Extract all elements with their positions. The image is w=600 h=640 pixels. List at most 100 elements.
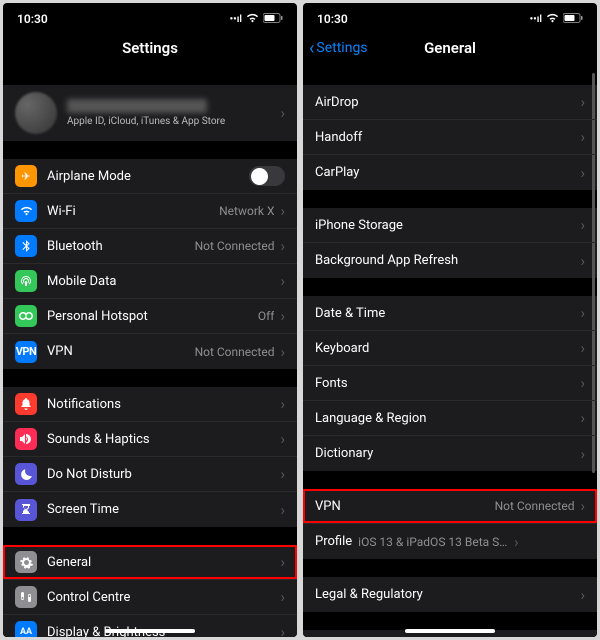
row-detail: Not Connected — [495, 499, 575, 513]
row-label: Notifications — [47, 397, 121, 412]
row-label: AirDrop — [315, 95, 359, 110]
chevron-right-icon: › — [280, 237, 285, 255]
cellular-icon: ••ıl — [230, 14, 242, 25]
chevron-right-icon: › — [580, 128, 585, 146]
display-row[interactable]: AA Display & Brightness › — [3, 615, 297, 637]
bluetooth-row[interactable]: Bluetooth Not Connected › — [3, 229, 297, 264]
display-icon: AA — [15, 621, 37, 637]
bluetooth-icon — [15, 235, 37, 257]
vpn-row[interactable]: VPN Not Connected › — [303, 489, 597, 524]
chevron-right-icon: › — [280, 430, 285, 448]
battery-icon — [563, 13, 583, 26]
row-label: Mobile Data — [47, 274, 116, 289]
dnd-row[interactable]: Do Not Disturb › — [3, 457, 297, 492]
vpn-row[interactable]: VPN VPN Not Connected › — [3, 334, 297, 369]
chevron-right-icon: › — [514, 533, 519, 551]
chevron-right-icon: › — [280, 202, 285, 220]
chevron-right-icon: › — [580, 586, 585, 604]
storage-row[interactable]: iPhone Storage › — [303, 208, 597, 243]
status-bar: 10:30 ••ıl — [3, 3, 297, 29]
background-refresh-row[interactable]: Background App Refresh › — [303, 243, 597, 278]
language-row[interactable]: Language & Region › — [303, 401, 597, 436]
home-indicator[interactable] — [105, 629, 195, 633]
row-detail: Not Connected — [195, 239, 275, 253]
chevron-right-icon: › — [280, 395, 285, 413]
row-label: Sounds & Haptics — [47, 432, 150, 447]
page-title: General — [424, 39, 476, 57]
home-indicator[interactable] — [405, 629, 495, 633]
chevron-right-icon: › — [280, 588, 285, 606]
row-label: Background App Refresh — [315, 253, 458, 268]
row-label: Legal & Regulatory — [315, 587, 423, 602]
control-centre-row[interactable]: Control Centre › — [3, 580, 297, 615]
status-time: 10:30 — [317, 12, 348, 26]
notifications-row[interactable]: Notifications › — [3, 387, 297, 422]
sounds-icon — [15, 428, 37, 450]
general-screen: 10:30 ••ıl ‹ Settings General AirDrop › … — [303, 3, 597, 637]
airdrop-row[interactable]: AirDrop › — [303, 85, 597, 120]
chevron-right-icon: › — [280, 272, 285, 290]
status-time: 10:30 — [17, 12, 48, 26]
row-label: Dictionary — [315, 446, 373, 461]
profile-row[interactable]: Profile iOS 13 & iPadOS 13 Beta Software… — [303, 524, 597, 559]
general-row[interactable]: General › — [3, 545, 297, 580]
nav-bar: ‹ Settings General — [303, 29, 597, 67]
settings-list[interactable]: Apple ID, iCloud, iTunes & App Store › ✈… — [3, 67, 297, 637]
avatar — [15, 92, 57, 134]
status-icons: ••ıl — [530, 13, 583, 26]
chevron-right-icon: › — [580, 164, 585, 182]
row-detail: Off — [258, 309, 275, 323]
carplay-row[interactable]: CarPlay › — [303, 155, 597, 190]
profile-name-blurred — [67, 99, 207, 113]
battery-icon — [263, 13, 283, 26]
chevron-right-icon: › — [580, 216, 585, 234]
chevron-right-icon: › — [280, 501, 285, 519]
keyboard-row[interactable]: Keyboard › — [303, 331, 597, 366]
wifi-icon — [246, 13, 259, 26]
dictionary-row[interactable]: Dictionary › — [303, 436, 597, 471]
cellular-icon: ••ıl — [530, 14, 542, 25]
hotspot-icon — [15, 305, 37, 327]
fonts-row[interactable]: Fonts › — [303, 366, 597, 401]
notifications-icon — [15, 393, 37, 415]
row-detail: Not Connected — [195, 345, 275, 359]
chevron-right-icon: › — [580, 339, 585, 357]
antenna-icon — [15, 270, 37, 292]
back-button[interactable]: ‹ Settings — [309, 38, 368, 59]
row-label: Fonts — [315, 376, 348, 391]
page-title: Settings — [122, 39, 178, 57]
chevron-right-icon: › — [280, 553, 285, 571]
airplane-mode-row[interactable]: ✈ Airplane Mode — [3, 159, 297, 194]
handoff-row[interactable]: Handoff › — [303, 120, 597, 155]
row-detail: Network X — [219, 204, 274, 218]
row-label: Keyboard — [315, 341, 369, 356]
row-label: Do Not Disturb — [47, 467, 132, 482]
datetime-row[interactable]: Date & Time › — [303, 296, 597, 331]
airplane-toggle[interactable] — [249, 166, 285, 186]
status-bar: 10:30 ••ıl — [303, 3, 597, 29]
row-label: CarPlay — [315, 165, 359, 180]
mobile-data-row[interactable]: Mobile Data › — [3, 264, 297, 299]
sounds-row[interactable]: Sounds & Haptics › — [3, 422, 297, 457]
row-label: Bluetooth — [47, 239, 103, 254]
airplane-icon: ✈ — [15, 165, 37, 187]
row-label: Screen Time — [47, 502, 119, 517]
row-label: Date & Time — [315, 306, 385, 321]
row-label: Personal Hotspot — [47, 309, 148, 324]
moon-icon — [15, 463, 37, 485]
row-detail: iOS 13 & iPadOS 13 Beta Software Pr... — [358, 535, 508, 549]
gear-icon — [15, 551, 37, 573]
general-list[interactable]: AirDrop › Handoff › CarPlay › iPhone Sto… — [303, 67, 597, 637]
chevron-right-icon: › — [280, 307, 285, 325]
settings-screen: 10:30 ••ıl Settings Apple ID, iCloud, iT… — [3, 3, 297, 637]
wifi-row[interactable]: Wi-Fi Network X › — [3, 194, 297, 229]
chevron-right-icon: › — [580, 252, 585, 270]
hotspot-row[interactable]: Personal Hotspot Off › — [3, 299, 297, 334]
vpn-icon: VPN — [15, 341, 37, 363]
nav-bar: Settings — [3, 29, 297, 67]
screentime-row[interactable]: Screen Time › — [3, 492, 297, 527]
wifi-icon — [546, 13, 559, 26]
apple-id-row[interactable]: Apple ID, iCloud, iTunes & App Store › — [3, 85, 297, 141]
legal-row[interactable]: Legal & Regulatory › — [303, 577, 597, 612]
row-label: Profile — [315, 534, 352, 549]
